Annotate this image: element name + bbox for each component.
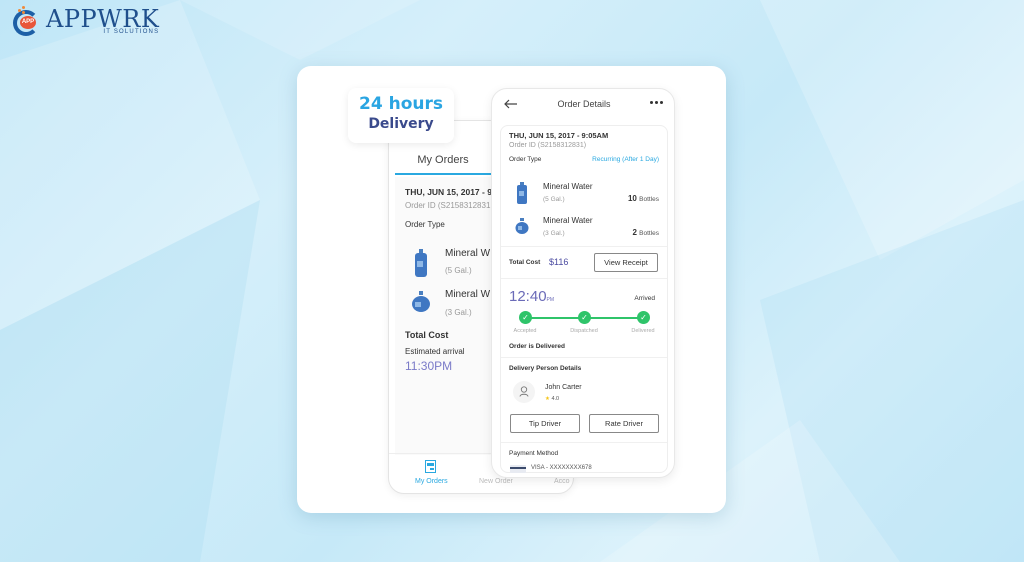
time-value: 12:40: [509, 288, 547, 305]
arrival-time: 12:40PM: [509, 288, 554, 305]
nav-my-orders[interactable]: My Orders: [409, 458, 453, 490]
more-dots-icon[interactable]: [650, 101, 664, 105]
item-quantity: 10 Bottles: [628, 194, 659, 203]
item-size: (5 Gal.): [543, 196, 565, 203]
step-check-icon: ✓: [519, 311, 532, 324]
nav-new-order[interactable]: New Order: [479, 478, 513, 485]
badge-delivery: Delivery: [368, 116, 434, 132]
total-cost-value: $116: [549, 257, 569, 267]
qty-unit: Bottles: [639, 196, 659, 203]
water-bottle-5gal-icon: [517, 182, 527, 204]
driver-name: John Carter: [545, 384, 582, 391]
logo-bubble: APP: [20, 16, 36, 29]
item-size: (3 Gal.): [543, 230, 565, 237]
item-name: Mineral W: [445, 289, 491, 300]
arrival-label: Estimated arrival: [405, 347, 465, 356]
logo-mark-icon: APP: [12, 6, 42, 36]
user-icon: [519, 386, 529, 397]
star-icon: ★: [545, 396, 550, 402]
order-details-card: THU, JUN 15, 2017 - 9:05AM Order ID (S21…: [500, 125, 668, 473]
order-details-phone: Order Details THU, JUN 15, 2017 - 9:05AM…: [491, 88, 675, 478]
item-name: Mineral Water: [543, 182, 593, 191]
delivery-person-heading: Delivery Person Details: [509, 365, 582, 372]
item-name: Mineral W: [445, 248, 491, 259]
step-label: Dispatched: [570, 328, 598, 334]
tab-my-orders[interactable]: My Orders: [395, 145, 491, 175]
tip-driver-button[interactable]: Tip Driver: [510, 414, 580, 433]
brand-tagline: IT SOLUTIONS: [103, 29, 160, 35]
order-date: THU, JUN 15, 2017 - 9: [405, 187, 492, 197]
payment-heading: Payment Method: [509, 450, 559, 457]
step-check-icon: ✓: [578, 311, 591, 324]
qty-value: 10: [627, 194, 637, 203]
item-size: (3 Gal.): [445, 308, 472, 317]
header-title: Order Details: [557, 99, 611, 109]
rating-value: 4.0: [551, 396, 560, 402]
status-label: Arrived: [634, 295, 655, 302]
item-name: Mineral Water: [543, 216, 593, 225]
item-size: (5 Gal.): [445, 266, 472, 275]
credit-card-icon: [510, 465, 526, 473]
orders-icon: [425, 460, 436, 473]
brand-logo: APP APPWRK IT SOLUTIONS: [12, 6, 159, 36]
payment-value[interactable]: VISA - XXXXXXXX678: [531, 465, 592, 471]
order-id: Order ID (S2158312831): [509, 142, 587, 149]
step-check-icon: ✓: [637, 311, 650, 324]
total-cost-label: Total Cost: [509, 259, 541, 266]
nav-account[interactable]: Acco: [554, 478, 570, 485]
view-receipt-button[interactable]: View Receipt: [594, 253, 658, 272]
item-quantity: 2 Bottles: [632, 228, 659, 237]
driver-rating: ★ 4.0: [545, 396, 559, 402]
nav-label: My Orders: [415, 478, 448, 485]
rate-driver-button[interactable]: Rate Driver: [589, 414, 659, 433]
badge-hours: 24 hours: [359, 94, 443, 114]
water-bottle-3gal-icon: [515, 218, 529, 234]
step-label: Accepted: [513, 328, 537, 334]
order-type-label: Order Type: [405, 220, 445, 229]
arrival-time: 11:30PM: [405, 359, 453, 373]
qty-value: 2: [632, 228, 637, 237]
step-label: Delivered: [631, 328, 655, 334]
order-type-label: Order Type: [509, 156, 542, 163]
brand-name: APPWRK: [46, 5, 160, 33]
qty-unit: Bottles: [639, 230, 659, 237]
water-bottle-3gal-icon: [412, 291, 430, 312]
delivered-text: Order is Delivered: [509, 343, 565, 350]
delivery-badge: 24 hours Delivery: [348, 88, 454, 143]
delivery-progress: ✓ Accepted ✓ Dispatched ✓ Delivered: [501, 310, 667, 342]
time-suffix: PM: [546, 297, 555, 303]
driver-avatar: [513, 381, 535, 403]
order-id: Order ID (S2158312831: [405, 201, 491, 210]
water-bottle-5gal-icon: [415, 249, 427, 277]
order-date: THU, JUN 15, 2017 - 9:05AM: [509, 131, 609, 140]
order-type-value: Recurring (After 1 Day): [592, 156, 659, 163]
total-cost-label: Total Cost: [405, 330, 449, 340]
